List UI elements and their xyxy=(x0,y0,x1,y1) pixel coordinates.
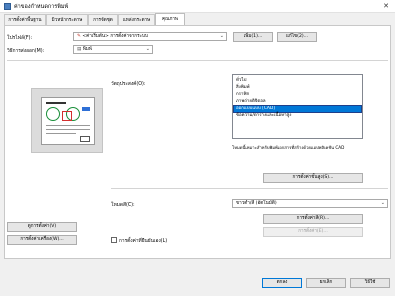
detailed-settings-button[interactable]: การตั้งค่าขั้นสูง(S)... xyxy=(263,173,363,183)
separator xyxy=(111,188,388,189)
objective-item-general[interactable]: ทั่วไป xyxy=(234,78,361,84)
objective-item-text[interactable]: ข้อความ/ตารางและเนื้อหาสูง xyxy=(234,113,361,119)
tab-paper-source[interactable]: แหล่งกระดาษ xyxy=(118,14,155,25)
custom-settings-label: การตั้งค่าที่ยืนยันเอง(L) xyxy=(119,239,168,244)
document-preview-icon xyxy=(41,97,95,145)
chevron-down-icon: ⌄ xyxy=(219,33,224,39)
help-button[interactable]: วิธีใช้ xyxy=(350,278,390,288)
dialog-footer: ตกลง ยกเลิก วิธีใช้ xyxy=(0,259,395,296)
objective-item-cad[interactable]: ออกแบบแบบ [CAD] xyxy=(233,105,362,113)
tab-basic[interactable]: การตั้งค่าพื้นฐาน xyxy=(4,14,46,25)
view-settings-button[interactable]: ดูการตั้งค่า(V) xyxy=(7,222,77,232)
objective-list[interactable]: ทั่วไป สิ่งพิมพ์ กราฟิก ภาพถ่ายดิจิตอล อ… xyxy=(232,74,363,139)
objective-item-photo[interactable]: ภาพถ่ายดิจิตอล xyxy=(234,99,361,105)
objective-item-publication[interactable]: สิ่งพิมพ์ xyxy=(234,85,361,91)
close-icon[interactable]: ✕ xyxy=(381,2,391,11)
output-method-select[interactable]: ▤ พิมพ์ ⌄ xyxy=(73,45,153,54)
chevron-down-icon: ⌄ xyxy=(145,46,150,52)
chevron-down-icon: ⌄ xyxy=(380,200,385,206)
tab-finishing[interactable]: การจัดชุด xyxy=(88,14,118,25)
objective-label: วัตถุประสงค์(O): xyxy=(111,82,146,87)
profile-label: โปรไฟล์(F): xyxy=(7,36,33,41)
output-method-value: พิมพ์ xyxy=(82,47,92,52)
add-profile-button[interactable]: เพิ่ม(1)... xyxy=(233,32,273,42)
color-mode-select[interactable]: ขาวดำ/สี (อัตโนมัติ) ⌄ xyxy=(232,199,388,208)
cancel-button[interactable]: ยกเลิก xyxy=(306,278,346,288)
profile-select[interactable]: ✎ <ค่าเริ่มต้น> การตั้งค่าจากระบบ ⌄ xyxy=(73,32,227,41)
objective-description: โหมดนี้เหมาะสำหรับพิมพ์เอกสารที่สร้างด้ว… xyxy=(232,145,345,150)
output-method-label: วิธีการส่งออก(M): xyxy=(7,49,45,54)
pencil-icon: ✎ xyxy=(77,34,81,39)
edit-profile-button[interactable]: แก้ไข(2)... xyxy=(277,32,317,42)
ok-button[interactable]: ตกลง xyxy=(262,278,302,288)
color-mode-label: โหมดสี(C): xyxy=(111,203,135,208)
quality-panel: โปรไฟล์(F): ✎ <ค่าเริ่มต้น> การตั้งค่าจา… xyxy=(4,25,391,270)
preview-pane xyxy=(31,88,103,153)
objective-item-graphics[interactable]: กราฟิก xyxy=(234,92,361,98)
printer-icon: ▤ xyxy=(77,47,82,52)
color-settings-button[interactable]: การตั้งค่าสี(R)... xyxy=(263,214,363,224)
printer-app-icon xyxy=(4,3,11,10)
custom-settings-checkbox[interactable] xyxy=(111,237,117,243)
separator xyxy=(7,60,388,61)
printer-settings-button[interactable]: การตั้งค่าเครื่อง(W)... xyxy=(7,235,77,245)
tab-page-setup[interactable]: มิวหน้ากระดาษ xyxy=(46,14,88,25)
profile-value: <ค่าเริ่มต้น> การตั้งค่าจากระบบ xyxy=(82,34,148,39)
window-title: ค่าของกำหนดการพิมพ์ xyxy=(14,4,69,10)
color-mode-value: ขาวดำ/สี (อัตโนมัติ) xyxy=(236,201,277,206)
title-bar: ค่าของกำหนดการพิมพ์ ✕ xyxy=(0,0,395,13)
resolution-settings-button: การตั้งค่า(E)... xyxy=(263,227,363,237)
